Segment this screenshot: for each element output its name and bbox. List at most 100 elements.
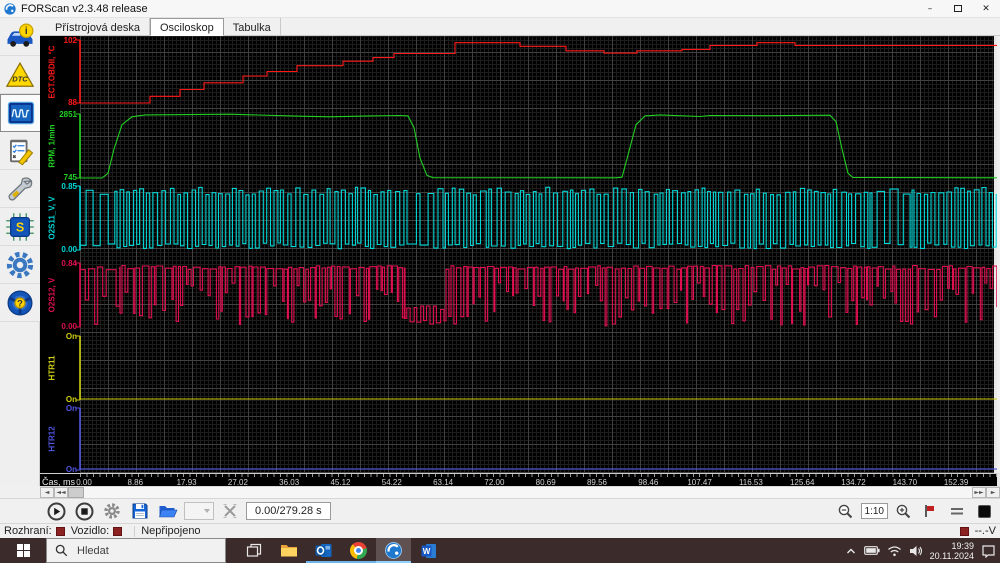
background-color-button[interactable] [972, 500, 996, 522]
connection-status: Nepřipojeno [141, 525, 200, 537]
taskbar-clock[interactable]: 19:39 20.11.2024 [930, 541, 974, 561]
save-button[interactable] [128, 500, 152, 522]
help-steering-wheel-icon: ? [5, 288, 35, 318]
divider [134, 526, 135, 537]
save-floppy-icon [131, 502, 149, 520]
search-input[interactable] [46, 538, 226, 563]
zoom-scale-select[interactable]: 1:10 [861, 503, 888, 519]
tab-oscilloscope[interactable]: Osciloskop [150, 18, 224, 36]
dtc-icon: DTC [5, 60, 35, 90]
tab-dashboard[interactable]: Přístrojová deska [46, 18, 150, 35]
sidebar-item-programming[interactable]: S [0, 208, 40, 246]
gear-icon [103, 502, 121, 520]
scroll-right-fast-button[interactable]: ►► [972, 487, 986, 498]
clear-button[interactable] [218, 500, 242, 522]
magnifier-plus-icon [895, 503, 912, 520]
sidebar-item-settings[interactable] [0, 246, 40, 284]
sidebar-item-help[interactable]: ? [0, 284, 40, 322]
sidebar-item-vehicle-info[interactable]: i [0, 18, 40, 56]
stop-button[interactable] [72, 500, 96, 522]
battery-voltage: --.-V [975, 525, 996, 537]
scrollbar-thumb[interactable] [68, 487, 84, 498]
close-button[interactable]: ✕ [972, 0, 1000, 17]
sidebar-item-service[interactable] [0, 170, 40, 208]
scope-settings-button[interactable] [100, 500, 124, 522]
interface-label: Rozhraní: [4, 525, 52, 537]
maximize-icon [954, 5, 962, 12]
time-axis: Čas, ms 0.008.8617.9327.0236.0345.1254.2… [40, 473, 1000, 486]
zoom-out-button[interactable] [834, 500, 858, 522]
windows-taskbar: W 19:39 20.11.2024 [0, 538, 1000, 563]
svg-text:DTC: DTC [12, 74, 28, 83]
vehicle-status-led [113, 527, 122, 536]
tab-table[interactable]: Tabulka [224, 18, 281, 35]
open-button[interactable] [156, 500, 180, 522]
task-view-icon [246, 543, 262, 558]
clock-date: 20.11.2024 [930, 551, 974, 561]
start-button[interactable] [0, 538, 46, 563]
outlook-icon [315, 543, 332, 558]
time-position-display: 0.00/279.28 s [246, 502, 331, 520]
svg-text:S: S [16, 220, 24, 234]
record-select-dropdown[interactable] [184, 502, 214, 520]
marker-flag-icon [922, 503, 938, 519]
tray-chevron-icon[interactable] [845, 546, 857, 556]
tests-clipboard-icon [5, 136, 35, 166]
black-square-icon [978, 505, 991, 518]
lines-icon [949, 503, 965, 519]
maximize-button[interactable] [944, 0, 972, 17]
chevron-down-icon [204, 509, 210, 513]
play-icon [47, 502, 66, 521]
play-button[interactable] [44, 500, 68, 522]
battery-status-led [960, 527, 969, 536]
action-center-icon[interactable] [981, 544, 996, 558]
scrollbar-track[interactable] [84, 487, 972, 498]
minimize-button[interactable]: – [916, 0, 944, 17]
time-tick-marks [80, 474, 997, 477]
clock-time: 19:39 [930, 541, 974, 551]
horizontal-scrollbar[interactable]: ◄ ◄◄ ►► ► [40, 486, 1000, 498]
wrench-icon [5, 174, 35, 204]
scroll-right-button[interactable]: ► [986, 487, 1000, 498]
sidebar-item-oscilloscope[interactable] [0, 94, 40, 132]
chrome-icon [350, 542, 367, 559]
scope-traces [40, 36, 997, 473]
car-info-icon: i [5, 22, 35, 52]
folder-icon [280, 543, 298, 558]
oscilloscope-icon [6, 98, 36, 128]
grid-lines-button[interactable] [945, 500, 969, 522]
zoom-in-button[interactable] [891, 500, 915, 522]
forscan-taskbar-button[interactable] [376, 538, 411, 563]
open-folder-icon [158, 502, 178, 520]
scroll-left-fast-button[interactable]: ◄◄ [54, 487, 68, 498]
svg-text:W: W [422, 546, 430, 555]
sidebar-item-dtc[interactable]: DTC [0, 56, 40, 94]
scroll-left-button[interactable]: ◄ [40, 487, 54, 498]
forscan-icon [385, 542, 402, 559]
svg-text:i: i [25, 26, 28, 37]
search-icon [55, 544, 68, 557]
wifi-icon[interactable] [887, 545, 902, 557]
tab-bar: Přístrojová deska Osciloskop Tabulka [40, 18, 1000, 36]
marker-button[interactable] [918, 500, 942, 522]
oscilloscope-plot[interactable]: ECT.OBDII, °C10288RPM, 1/min2851745O2S11… [40, 36, 997, 473]
magnifier-minus-icon [837, 503, 854, 520]
chip-icon: S [5, 212, 35, 242]
task-view-button[interactable] [236, 538, 271, 563]
forscan-app-icon [4, 3, 16, 15]
chrome-button[interactable] [341, 538, 376, 563]
battery-icon[interactable] [864, 545, 880, 556]
word-icon: W [421, 543, 437, 559]
svg-text:?: ? [17, 298, 23, 308]
file-explorer-button[interactable] [271, 538, 306, 563]
outlook-button[interactable] [306, 538, 341, 563]
speaker-icon[interactable] [909, 545, 923, 557]
clear-x-icon [222, 503, 238, 519]
window-title: FORScan v2.3.48 release [21, 3, 148, 15]
word-button[interactable]: W [411, 538, 446, 563]
title-bar: FORScan v2.3.48 release – ✕ [0, 0, 1000, 18]
taskbar-search[interactable] [46, 538, 226, 563]
stop-icon [75, 502, 94, 521]
status-bar: Rozhraní: Vozidlo: Nepřipojeno --.-V [0, 523, 1000, 538]
sidebar-item-tests[interactable] [0, 132, 40, 170]
